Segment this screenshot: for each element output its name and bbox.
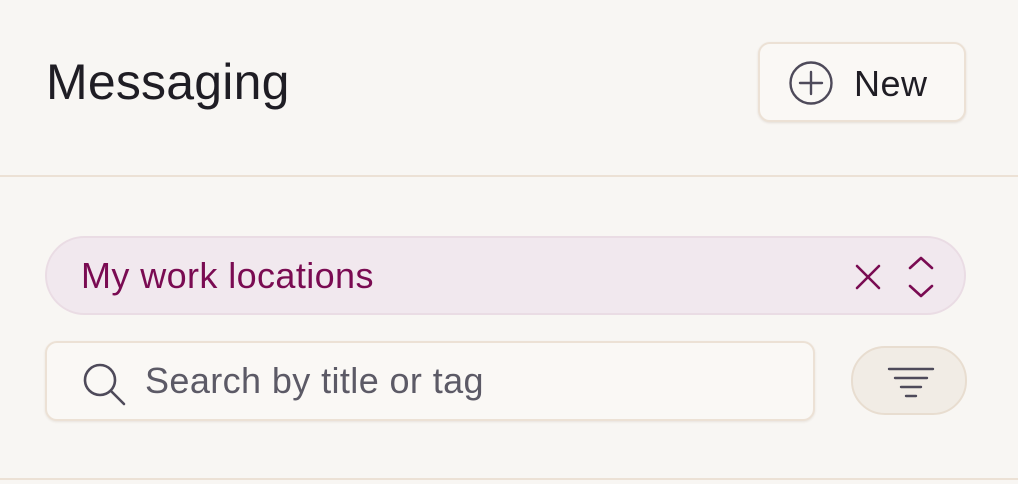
location-filter-value: My work locations	[81, 255, 374, 296]
search-icon	[83, 363, 126, 406]
new-button-label: New	[854, 63, 928, 104]
filter-button[interactable]	[851, 346, 967, 415]
new-button[interactable]: New	[758, 42, 966, 122]
header-bar: Messaging New	[0, 0, 1018, 177]
chevron-up-down-icon	[908, 256, 934, 298]
plus-circle-icon	[789, 61, 833, 105]
page-title: Messaging	[46, 54, 290, 110]
search-field	[45, 341, 815, 421]
search-input[interactable]	[145, 357, 785, 405]
filter-lines-icon	[887, 367, 935, 398]
close-icon[interactable]	[853, 262, 883, 292]
section-divider	[0, 478, 1018, 480]
location-filter-select[interactable]: My work locations	[45, 236, 966, 315]
